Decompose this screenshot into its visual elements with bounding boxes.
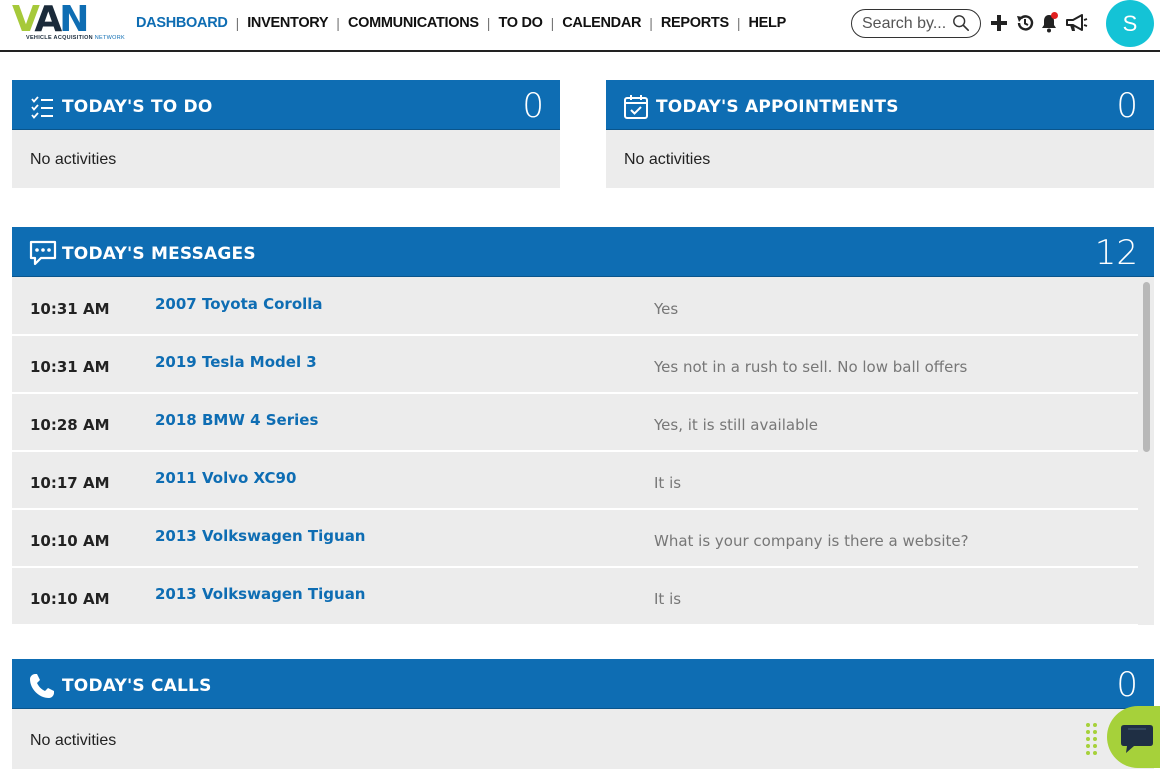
todo-count: 0 xyxy=(522,86,544,126)
message-vehicle-link[interactable]: 2013 Volkswagen Tiguan xyxy=(155,585,366,603)
history-icon[interactable] xyxy=(1014,12,1036,34)
message-row[interactable]: 10:10 AM 2013 Volkswagen Tiguan What is … xyxy=(12,510,1138,568)
nav-communications[interactable]: COMMUNICATIONS xyxy=(348,15,479,31)
message-time: 10:10 AM xyxy=(30,590,110,608)
user-avatar[interactable]: S xyxy=(1106,0,1154,47)
chat-bubble-icon xyxy=(29,240,57,266)
message-vehicle-link[interactable]: 2011 Volvo XC90 xyxy=(155,469,296,487)
message-time: 10:17 AM xyxy=(30,474,110,492)
drag-handle-icon[interactable] xyxy=(1085,722,1099,756)
messages-scrollbar-thumb[interactable] xyxy=(1143,282,1150,452)
van-logo[interactable]: VAN VEHICLE ACQUISITION NETWORK xyxy=(12,0,125,44)
notification-dot xyxy=(1051,12,1058,19)
messages-count: 12 xyxy=(1094,233,1138,273)
main-nav: DASHBOARD | INVENTORY | COMMUNICATIONS |… xyxy=(136,15,786,31)
message-time: 10:31 AM xyxy=(30,300,110,318)
message-vehicle-link[interactable]: 2013 Volkswagen Tiguan xyxy=(155,527,366,545)
message-time: 10:31 AM xyxy=(30,358,110,376)
message-time: 10:10 AM xyxy=(30,532,110,550)
appointments-panel: TODAY'S APPOINTMENTS 0 No activities xyxy=(606,80,1154,188)
calls-panel: TODAY'S CALLS 0 No activities xyxy=(12,659,1154,769)
message-text: Yes not in a rush to sell. No low ball o… xyxy=(654,358,968,376)
appointments-empty-text: No activities xyxy=(624,151,711,168)
message-vehicle-link[interactable]: 2019 Tesla Model 3 xyxy=(155,353,317,371)
todo-empty-text: No activities xyxy=(30,151,117,168)
messages-title: TODAY'S MESSAGES xyxy=(62,244,256,264)
message-text: It is xyxy=(654,474,682,492)
nav-calendar[interactable]: CALENDAR xyxy=(562,15,641,31)
message-text: What is your company is there a website? xyxy=(654,532,969,550)
chat-widget-icon xyxy=(1121,725,1153,753)
calendar-check-icon xyxy=(624,95,648,119)
message-text: It is xyxy=(654,590,682,608)
message-row[interactable]: 10:28 AM 2018 BMW 4 Series Yes, it is st… xyxy=(12,394,1138,452)
search-box xyxy=(851,9,981,38)
nav-help[interactable]: HELP xyxy=(748,15,786,31)
calls-panel-header: TODAY'S CALLS 0 xyxy=(12,659,1154,709)
checklist-icon xyxy=(31,96,53,119)
calls-title: TODAY'S CALLS xyxy=(62,676,212,696)
todo-title: TODAY'S TO DO xyxy=(62,97,213,117)
phone-icon xyxy=(30,674,54,698)
message-row[interactable]: 10:31 AM 2007 Toyota Corolla Yes xyxy=(12,278,1138,336)
messages-panel: TODAY'S MESSAGES 12 10:31 AM 2007 Toyota… xyxy=(12,227,1154,625)
message-row[interactable]: 10:10 AM 2013 Volkswagen Tiguan It is xyxy=(12,568,1138,625)
nav-inventory[interactable]: INVENTORY xyxy=(247,15,328,31)
chat-widget-button[interactable] xyxy=(1107,706,1160,768)
calls-empty-text: No activities xyxy=(30,732,117,749)
search-icon[interactable] xyxy=(952,14,970,32)
nav-todo[interactable]: TO DO xyxy=(498,15,542,31)
top-bar: VAN VEHICLE ACQUISITION NETWORK DASHBOAR… xyxy=(0,0,1160,52)
message-text: Yes, it is still available xyxy=(654,416,818,434)
messages-list: 10:31 AM 2007 Toyota Corolla Yes 10:31 A… xyxy=(12,278,1138,625)
todo-panel-header: TODAY'S TO DO 0 xyxy=(12,80,560,130)
megaphone-icon[interactable] xyxy=(1065,12,1089,34)
appointments-count: 0 xyxy=(1116,86,1138,126)
appointments-panel-header: TODAY'S APPOINTMENTS 0 xyxy=(606,80,1154,130)
message-text: Yes xyxy=(654,300,679,318)
search-input[interactable] xyxy=(862,13,954,34)
plus-icon[interactable] xyxy=(988,12,1010,34)
todo-panel: TODAY'S TO DO 0 No activities xyxy=(12,80,560,188)
appointments-title: TODAY'S APPOINTMENTS xyxy=(656,97,899,117)
messages-panel-header: TODAY'S MESSAGES 12 xyxy=(12,227,1154,277)
message-time: 10:28 AM xyxy=(30,416,110,434)
message-row[interactable]: 10:17 AM 2011 Volvo XC90 It is xyxy=(12,452,1138,510)
message-vehicle-link[interactable]: 2018 BMW 4 Series xyxy=(155,411,318,429)
calls-count: 0 xyxy=(1116,665,1138,705)
nav-dashboard[interactable]: DASHBOARD xyxy=(136,15,228,31)
message-row[interactable]: 10:31 AM 2019 Tesla Model 3 Yes not in a… xyxy=(12,336,1138,394)
message-vehicle-link[interactable]: 2007 Toyota Corolla xyxy=(155,295,323,313)
nav-reports[interactable]: REPORTS xyxy=(661,15,729,31)
